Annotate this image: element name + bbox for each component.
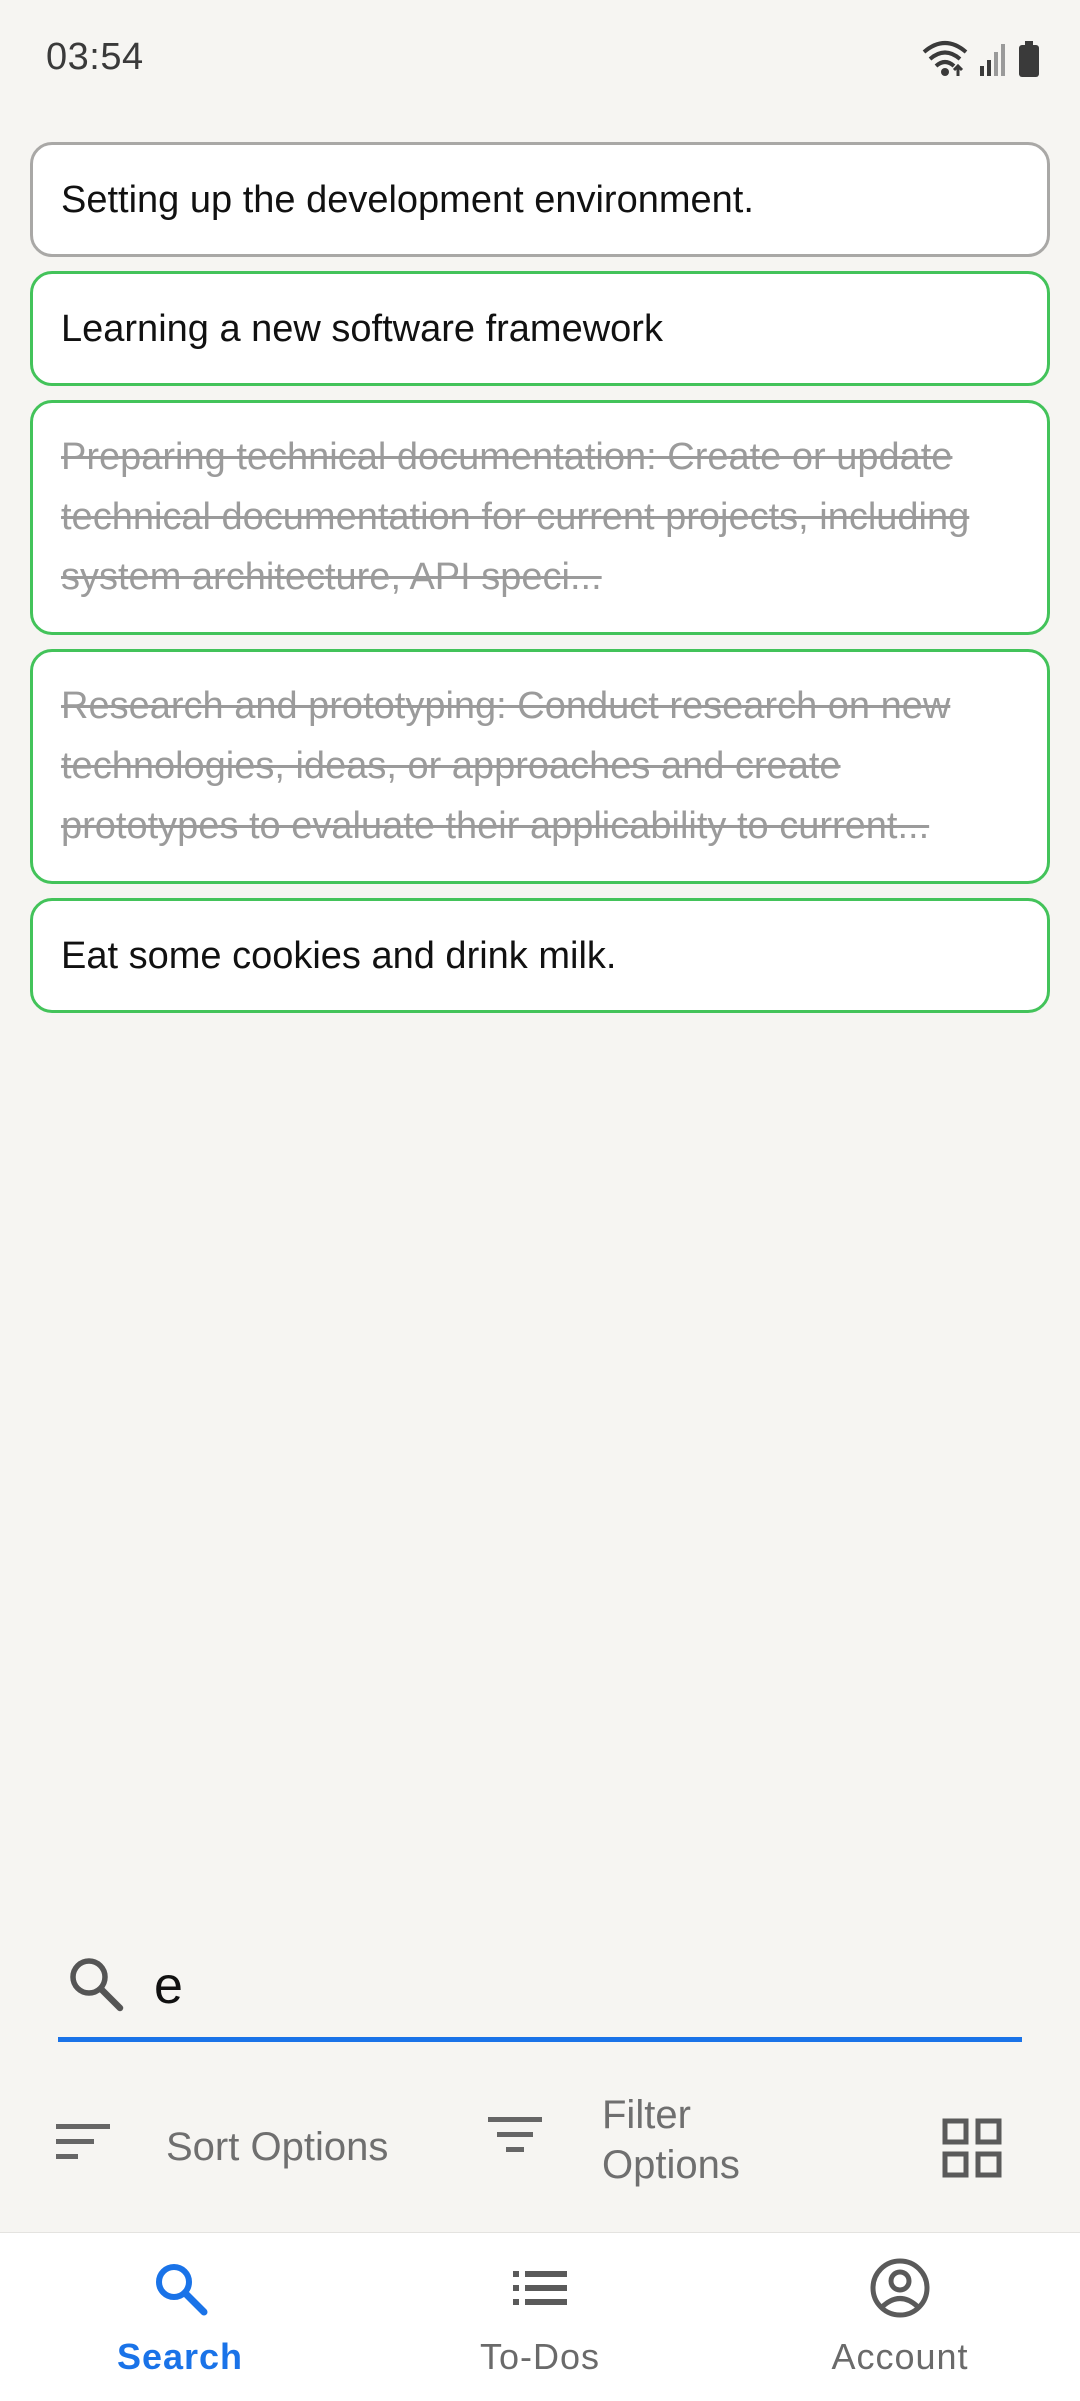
nav-search-label: Search — [116, 2336, 244, 2377]
battery-icon — [1018, 41, 1040, 82]
bottom-nav: Search To-Dos Account — [0, 2232, 1080, 2401]
nav-todos-label: To-Dos — [479, 2336, 601, 2377]
todo-card[interactable]: Learning a new software framework — [30, 271, 1050, 386]
nav-search[interactable]: Search — [60, 2257, 300, 2378]
options-row: Sort Options Filter Options — [0, 2090, 1080, 2220]
search-icon — [149, 2257, 211, 2324]
wifi-icon — [922, 40, 968, 83]
grid-view-button[interactable] — [942, 2118, 1002, 2183]
list-icon — [509, 2257, 571, 2324]
status-icons — [922, 40, 1040, 83]
todo-card-completed[interactable]: Preparing technical documentation: Creat… — [30, 400, 1050, 635]
filter-icon — [486, 2113, 544, 2167]
sort-icon — [54, 2120, 112, 2174]
todo-card[interactable]: Setting up the development environment. — [30, 142, 1050, 257]
status-bar: 03:54 — [0, 0, 1080, 120]
todo-list: Setting up the development environment. … — [30, 142, 1050, 1027]
nav-todos[interactable]: To-Dos — [420, 2257, 660, 2378]
todo-text: Research and prototyping: Conduct resear… — [61, 685, 951, 847]
todo-text: Learning a new software framework — [61, 307, 663, 350]
sort-options-button[interactable]: Sort Options — [54, 2120, 388, 2174]
todo-text: Preparing technical documentation: Creat… — [61, 436, 970, 598]
todo-text: Eat some cookies and drink milk. — [61, 934, 617, 977]
nav-account[interactable]: Account — [780, 2257, 1020, 2378]
signal-icon — [978, 42, 1008, 81]
grid-view-icon — [942, 2118, 1002, 2178]
account-circle-icon — [869, 2257, 931, 2324]
status-time: 03:54 — [46, 36, 144, 78]
sort-options-label: Sort Options — [166, 2124, 389, 2169]
todo-text: Setting up the development environment. — [61, 178, 754, 221]
nav-account-label: Account — [831, 2336, 969, 2377]
search-icon — [64, 1952, 128, 2021]
todo-card[interactable]: Eat some cookies and drink milk. — [30, 898, 1050, 1013]
filter-options-button[interactable]: Filter Options — [486, 2090, 772, 2190]
todo-card-completed[interactable]: Research and prototyping: Conduct resear… — [30, 649, 1050, 884]
search-field[interactable] — [58, 1938, 1022, 2042]
search-input[interactable] — [154, 1952, 994, 2020]
filter-options-label: Filter Options — [602, 2093, 740, 2187]
